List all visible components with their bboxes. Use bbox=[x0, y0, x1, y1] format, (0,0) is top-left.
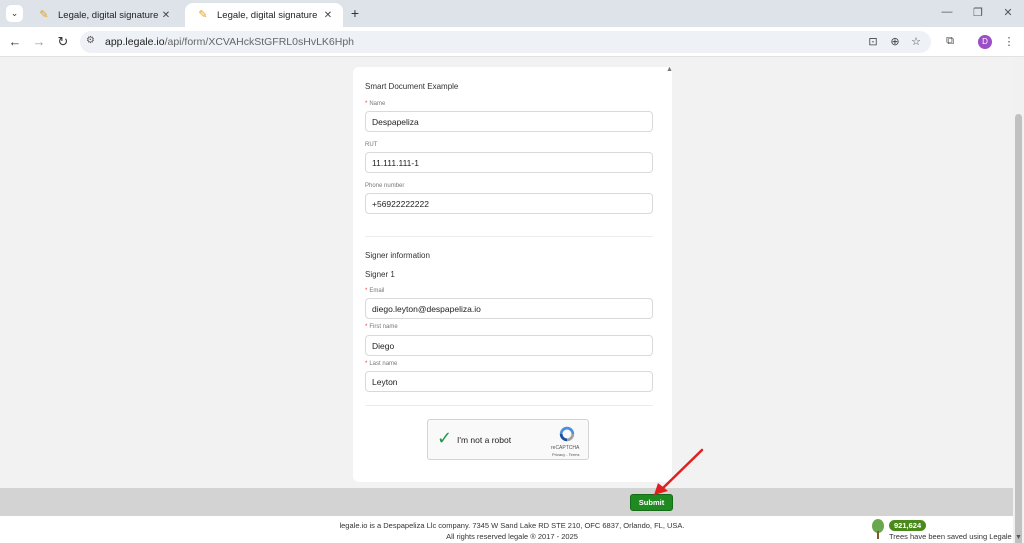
rut-input[interactable]: 11.111.111-1 bbox=[365, 152, 653, 173]
phone-label: Phone number bbox=[365, 183, 405, 189]
recaptcha-links[interactable]: Privacy - Terms bbox=[552, 452, 579, 457]
address-bar[interactable]: ⚙ app.legale.io/api/form/XCVAHckStGFRL0s… bbox=[80, 31, 931, 53]
tab-strip: ⌄ ✎ Legale, digital signature ✕ ✎ Legale… bbox=[0, 0, 1024, 27]
pen-favicon-icon: ✎ bbox=[198, 9, 208, 21]
last-name-label: * Last name bbox=[365, 361, 397, 367]
kebab-menu-icon[interactable]: ⋮ bbox=[1002, 35, 1016, 48]
reload-icon[interactable]: ↻ bbox=[55, 34, 71, 50]
section-divider bbox=[365, 236, 653, 237]
section-divider bbox=[365, 405, 653, 406]
close-icon[interactable]: ✕ bbox=[998, 6, 1018, 19]
tab-active[interactable]: ✎ Legale, digital signature ✕ bbox=[185, 3, 343, 27]
required-marker: * bbox=[365, 101, 368, 107]
site-info-icon[interactable]: ⚙ bbox=[86, 35, 95, 46]
recaptcha-label: I'm not a robot bbox=[457, 435, 512, 445]
tree-icon bbox=[872, 519, 884, 539]
email-label-text: Email bbox=[369, 288, 385, 294]
tab-inactive[interactable]: ✎ Legale, digital signature ✕ bbox=[26, 3, 181, 27]
first-name-label-text: First name bbox=[369, 324, 398, 330]
tab-title: Legale, digital signature bbox=[217, 9, 318, 21]
required-marker: * bbox=[365, 361, 368, 367]
last-name-label-text: Last name bbox=[369, 361, 398, 367]
name-label: * Name bbox=[365, 101, 385, 107]
close-icon[interactable]: ✕ bbox=[159, 10, 173, 21]
forward-arrow-icon[interactable]: → bbox=[31, 34, 47, 50]
required-marker: * bbox=[365, 324, 368, 330]
tab-title: Legale, digital signature bbox=[58, 9, 159, 21]
install-app-icon[interactable]: ⊡ bbox=[866, 35, 880, 48]
plus-icon[interactable]: + bbox=[347, 5, 363, 21]
back-arrow-icon[interactable]: ← bbox=[7, 34, 23, 50]
minimize-icon[interactable]: — bbox=[937, 6, 957, 18]
page-scrollbar[interactable]: ▼ bbox=[1013, 58, 1024, 543]
extensions-icon[interactable]: ⧉ bbox=[943, 35, 957, 48]
close-icon[interactable]: ✕ bbox=[321, 10, 335, 21]
recaptcha-logo-icon bbox=[559, 426, 575, 442]
email-field[interactable]: diego.leyton@despapeliza.io bbox=[365, 298, 653, 319]
document-title: Smart Document Example bbox=[365, 82, 459, 91]
scroll-up-icon[interactable]: ▲ bbox=[666, 66, 673, 73]
email-label: * Email bbox=[365, 288, 384, 294]
avatar[interactable]: D bbox=[978, 35, 992, 49]
trees-saved-text: Trees have been saved using Legale bbox=[889, 532, 1012, 541]
restore-icon[interactable]: ❐ bbox=[968, 6, 988, 19]
url-path: /api/form/XCVAHckStGFRL0sHvLK6Hph bbox=[164, 36, 355, 48]
recaptcha-brand: reCAPTCHA bbox=[551, 445, 580, 451]
url-host: app.legale.io bbox=[105, 36, 165, 48]
star-icon[interactable]: ☆ bbox=[909, 35, 923, 48]
url-text[interactable]: app.legale.io/api/form/XCVAHckStGFRL0sHv… bbox=[105, 36, 354, 48]
signer-title: Signer 1 bbox=[365, 270, 395, 279]
browser-toolbar: ← → ↻ ⚙ app.legale.io/api/form/XCVAHckSt… bbox=[0, 27, 1024, 57]
name-label-text: Name bbox=[369, 101, 386, 107]
check-icon[interactable]: ✓ bbox=[437, 428, 452, 449]
annotation-arrow-icon bbox=[654, 448, 704, 495]
phone-input[interactable]: +56922222222 bbox=[365, 193, 653, 214]
rut-label: RUT bbox=[365, 142, 378, 148]
recaptcha-widget[interactable]: ✓ I'm not a robot reCAPTCHA Privacy - Te… bbox=[427, 419, 589, 460]
trees-saved-count: 921,624 bbox=[889, 520, 927, 531]
first-name-input[interactable]: Diego bbox=[365, 335, 653, 356]
required-marker: * bbox=[365, 288, 368, 294]
tab-list-icon[interactable]: ⌄ bbox=[6, 5, 23, 22]
last-name-input[interactable]: Leyton bbox=[365, 371, 653, 392]
signer-section-title: Signer information bbox=[365, 251, 430, 260]
submit-bar bbox=[0, 488, 1013, 516]
scroll-thumb[interactable] bbox=[1015, 114, 1022, 543]
name-input[interactable]: Despapeliza bbox=[365, 111, 653, 132]
first-name-label: * First name bbox=[365, 324, 398, 330]
pen-favicon-icon: ✎ bbox=[39, 9, 49, 21]
zoom-icon[interactable]: ⊕ bbox=[888, 35, 902, 48]
